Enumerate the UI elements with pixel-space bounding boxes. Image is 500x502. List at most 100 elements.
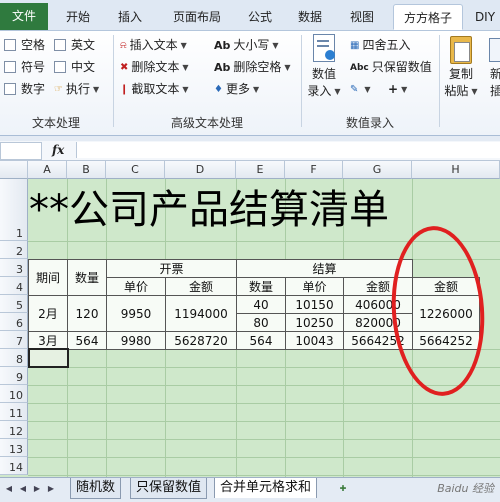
column-header-d[interactable]: D [165,161,236,179]
insert-sheet-icon[interactable]: ✚ [337,483,349,495]
row-header-4[interactable]: 4 [0,277,28,295]
tab-insert[interactable]: 插入 [110,4,150,30]
header-settlement[interactable]: 结算 [236,259,413,278]
header-inv-unit-price[interactable]: 单价 [106,277,166,296]
more-button[interactable]: ♦ 更多 ▼ [214,80,259,98]
row-header-2[interactable]: 2 [0,241,28,259]
header-inv-amount[interactable]: 金额 [165,277,237,296]
cell-feb-set-price-2[interactable]: 10250 [285,313,344,332]
header-set-qty[interactable]: 数量 [236,277,286,296]
prev-sheet-icon[interactable]: ◀ [17,483,29,495]
cell-mar-qty[interactable]: 564 [67,331,107,350]
cell-mar-set-amount[interactable]: 5664252 [343,331,413,350]
tab-diy[interactable]: DIY [470,4,500,30]
column-header-f[interactable]: F [285,161,343,179]
checkbox-english[interactable]: 英文 [54,36,95,54]
cell-feb-qty[interactable]: 120 [67,295,107,332]
column-header-g[interactable]: G [343,161,412,179]
tab-data[interactable]: 数据 [290,4,330,30]
column-header-e[interactable]: E [236,161,285,179]
column-header-a[interactable]: A [28,161,67,179]
cell-feb-set-qty-2[interactable]: 80 [236,313,286,332]
cell-feb-set-price-1[interactable]: 10150 [285,295,344,314]
sheet-tab-merge-sum[interactable]: 合并单元格求和 [214,478,318,498]
selected-cell[interactable] [28,348,69,368]
column-header-c[interactable]: C [106,161,165,179]
delete-text-button[interactable]: ✖ 删除文本 ▼ [120,58,189,76]
execute-button[interactable]: ☞ 执行 ▼ [54,80,99,98]
fx-icon[interactable]: fx [52,141,64,160]
header-set-unit-price[interactable]: 单价 [285,277,344,296]
checkbox-box[interactable] [4,82,16,95]
tab-page-layout[interactable]: 页面布局 [166,4,228,30]
tab-view[interactable]: 视图 [342,4,382,30]
checkbox-chinese[interactable]: 中文 [54,58,95,76]
tab-formulas[interactable]: 公式 [240,4,280,30]
cell-mar-amount[interactable]: 5628720 [165,331,237,350]
row-header-6[interactable]: 6 [0,313,28,331]
formula-input[interactable] [76,142,500,158]
row-header-7[interactable]: 7 [0,331,28,349]
tab-fangfang-gezi[interactable]: 方方格子 [393,4,463,30]
chevron-down-icon: ▼ [182,62,189,72]
checkbox-number[interactable]: 数字 [4,80,45,98]
name-box[interactable] [0,142,42,160]
row-header-11[interactable]: 11 [0,403,28,421]
cell-feb-set-amount-1[interactable]: 406000 [343,295,413,314]
cell-mar-set-qty[interactable]: 564 [236,331,286,350]
cell-mar-set-price[interactable]: 10043 [285,331,344,350]
plus-button[interactable]: + ▼ [388,80,407,98]
checkbox-space[interactable]: 空格 [4,36,45,54]
cell-feb-set-qty-1[interactable]: 40 [236,295,286,314]
keep-values-button[interactable]: Abc 只保留数值 [350,58,432,76]
column-header-h[interactable]: H [412,161,500,179]
worksheet-grid[interactable]: A B C D E F G H 1 2 3 4 5 6 7 8 9 10 11 … [0,161,500,477]
first-sheet-icon[interactable]: ◀ [3,483,15,495]
row-header-3[interactable]: 3 [0,259,28,277]
round-button[interactable]: ▦ 四舍五入 [350,36,410,54]
header-total-amount[interactable]: 金额 [412,277,480,296]
row-header-12[interactable]: 12 [0,421,28,439]
checkbox-symbol[interactable]: 符号 [4,58,45,76]
checkbox-box[interactable] [4,60,16,73]
sheet-tab-keep-values[interactable]: 只保留数值 [130,478,208,499]
cell-feb-total[interactable]: 1226000 [412,295,480,332]
cell-mar-total[interactable]: 5664252 [412,331,480,350]
checkbox-box[interactable] [4,38,16,51]
header-period[interactable]: 期间 [28,259,68,296]
checkbox-box[interactable] [54,60,66,73]
row-header-1[interactable]: 1 [0,179,28,241]
last-sheet-icon[interactable]: ▶ [45,483,57,495]
sheet-tab-random[interactable]: 随机数 [70,478,122,499]
numeric-entry-button[interactable]: 数值 录入 ▼ [306,34,342,100]
column-header-b[interactable]: B [67,161,106,179]
case-button[interactable]: Ab 大小写 ▼ [214,36,279,54]
checkbox-box[interactable] [54,38,66,51]
header-invoice[interactable]: 开票 [106,259,237,278]
tab-home[interactable]: 开始 [58,4,98,30]
row-header-14[interactable]: 14 [0,457,28,475]
delete-space-button[interactable]: Ab 删除空格 ▼ [214,58,291,76]
row-header-10[interactable]: 10 [0,385,28,403]
cell-feb-amount[interactable]: 1194000 [165,295,237,332]
cell-feb-set-amount-2[interactable]: 820000 [343,313,413,332]
cell-mar-unit-price[interactable]: 9980 [106,331,166,350]
copy-paste-button[interactable]: 复制 粘贴 ▼ [444,34,478,100]
new-insert-button[interactable]: 新 插 [484,34,500,100]
row-header-8[interactable]: 8 [0,349,28,367]
header-set-amount[interactable]: 金额 [343,277,413,296]
insert-text-button[interactable]: ⍾ 插入文本 ▼ [120,36,187,54]
tab-file[interactable]: 文件 [0,3,48,30]
row-header-5[interactable]: 5 [0,295,28,313]
next-sheet-icon[interactable]: ▶ [31,483,43,495]
select-all-corner[interactable] [0,161,28,179]
cell-feb-unit-price[interactable]: 9950 [106,295,166,332]
header-qty[interactable]: 数量 [67,259,107,296]
row-header-9[interactable]: 9 [0,367,28,385]
extract-text-button[interactable]: ❙ 截取文本 ▼ [120,80,189,98]
chevron-down-icon: ▼ [334,87,341,96]
cell-feb-period[interactable]: 2月 [28,295,68,332]
sheet-title[interactable]: **公司产品结算清单 [29,181,500,239]
row-header-13[interactable]: 13 [0,439,28,457]
edit-button[interactable]: ✎ ▼ [350,80,371,98]
